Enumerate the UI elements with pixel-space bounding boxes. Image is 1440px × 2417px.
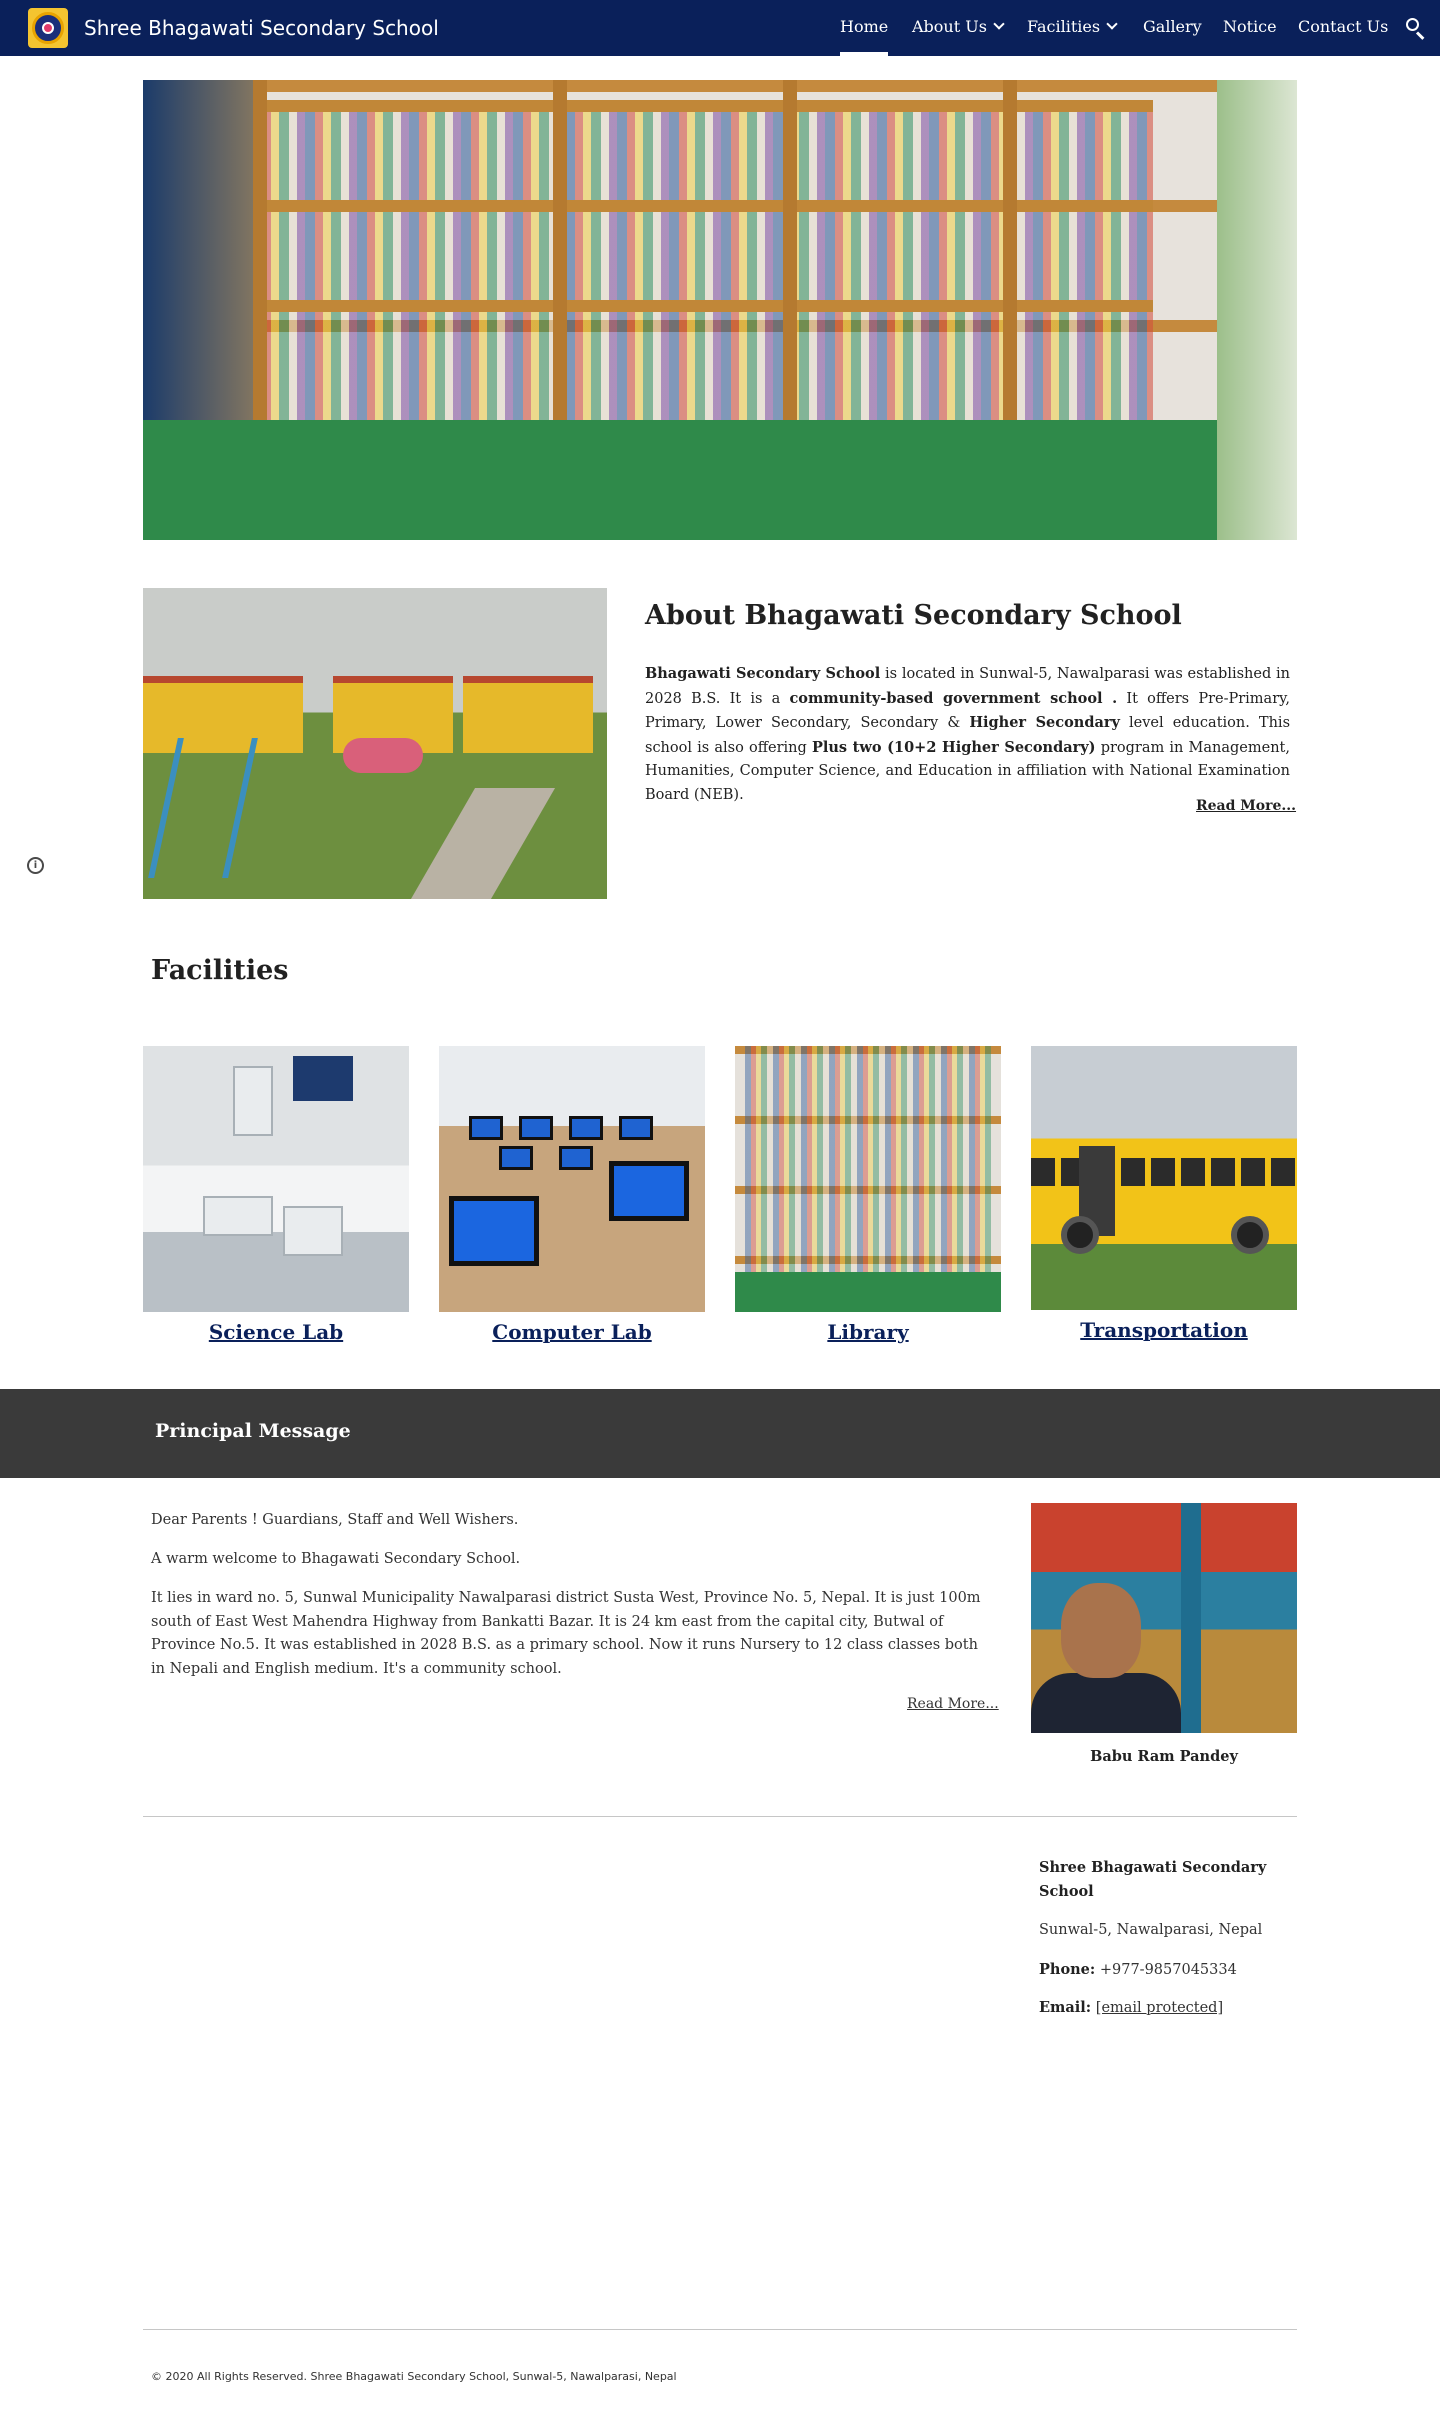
top-navigation-bar: Shree Bhagawati Secondary School Home Ab… [0, 0, 1440, 56]
hero-library-image [143, 80, 1297, 540]
transportation-image[interactable] [1031, 1046, 1297, 1310]
principal-greeting: Dear Parents ! Guardians, Staff and Well… [151, 1512, 519, 1528]
nav-about-us-label: About Us [912, 17, 987, 36]
nav-gallery-label: Gallery [1143, 17, 1202, 36]
phone-number: +977-9857045334 [1095, 1962, 1237, 1978]
logo-emblem-icon [32, 12, 64, 44]
email-label: Email: [1039, 1999, 1092, 2016]
nav-facilities-label: Facilities [1027, 17, 1101, 36]
divider [143, 1816, 1297, 1817]
contact-phone: Phone: +977-9857045334 [1039, 1958, 1289, 1983]
principal-message-body: It lies in ward no. 5, Sunwal Municipali… [151, 1590, 981, 1677]
contact-address: Sunwal-5, Nawalparasi, Nepal [1039, 1922, 1263, 1938]
library-image[interactable] [735, 1046, 1001, 1312]
science-lab-image[interactable] [143, 1046, 409, 1312]
footer-copyright: © 2020 All Rights Reserved. Shree Bhagaw… [151, 2370, 677, 2383]
nav-gallery[interactable]: Gallery [1143, 0, 1202, 56]
transportation-link[interactable]: Transportation [1031, 1318, 1297, 1342]
nav-home-label: Home [840, 17, 889, 36]
nav-about-us[interactable]: About Us [912, 0, 1005, 56]
nav-home[interactable]: Home [840, 0, 889, 56]
site-title[interactable]: Shree Bhagawati Secondary School [84, 0, 439, 56]
computer-lab-image[interactable] [439, 1046, 705, 1312]
computer-lab-link[interactable]: Computer Lab [439, 1320, 705, 1344]
nav-contact-us-label: Contact Us [1298, 17, 1389, 36]
info-icon[interactable]: i [27, 857, 44, 874]
phone-label: Phone: [1039, 1961, 1096, 1978]
principal-name: Babu Ram Pandey [1090, 1748, 1238, 1765]
footer-divider [143, 2329, 1297, 2330]
search-icon[interactable] [1405, 17, 1427, 40]
nav-notice[interactable]: Notice [1223, 0, 1277, 56]
nav-facilities[interactable]: Facilities [1027, 0, 1118, 56]
nav-notice-label: Notice [1223, 17, 1277, 36]
principal-read-more-link[interactable]: Read More... [907, 1696, 999, 1712]
chevron-down-icon[interactable] [1106, 18, 1118, 30]
contact-school-name: Shree Bhagawati Secondary School [1039, 1859, 1267, 1900]
principal-message-title: Principal Message [155, 1420, 351, 1442]
about-paragraph: Bhagawati Secondary School is located in… [645, 665, 1291, 803]
chevron-down-icon[interactable] [993, 18, 1005, 30]
facilities-heading: Facilities [151, 955, 289, 986]
principal-photo [1031, 1503, 1297, 1733]
school-logo[interactable] [28, 8, 68, 48]
principal-welcome: A warm welcome to Bhagawati Secondary Sc… [151, 1551, 521, 1567]
nav-contact-us[interactable]: Contact Us [1298, 0, 1388, 56]
about-heading: About Bhagawati Secondary School [645, 600, 1182, 631]
email-link[interactable]: [email protected] [1096, 2000, 1223, 2016]
library-link[interactable]: Library [735, 1320, 1001, 1344]
campus-image [143, 588, 607, 899]
science-lab-link[interactable]: Science Lab [143, 1320, 409, 1344]
about-read-more-link[interactable]: Read More... [1196, 798, 1296, 814]
contact-email: Email: [email protected] [1039, 1996, 1289, 2021]
